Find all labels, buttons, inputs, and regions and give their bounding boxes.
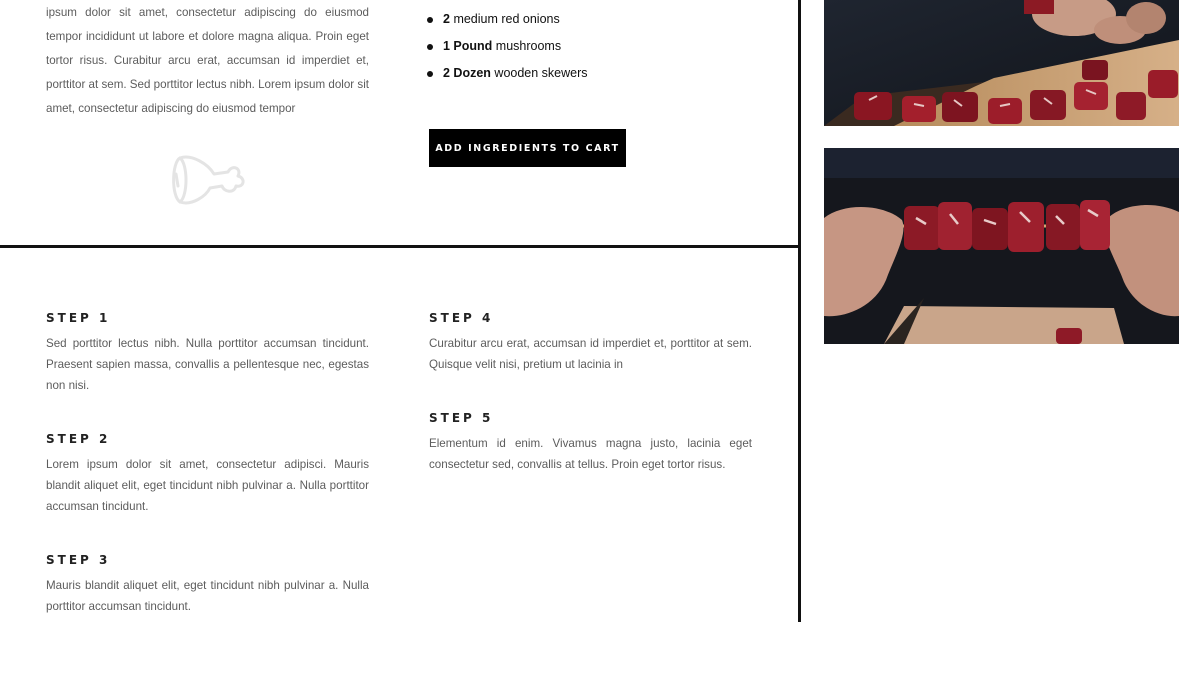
vertical-divider xyxy=(798,0,801,622)
add-ingredients-to-cart-button[interactable]: ADD INGREDIENTS TO CART xyxy=(429,129,626,167)
bullet-icon xyxy=(427,17,433,23)
step-text: Sed porttitor lectus nibh. Nulla porttit… xyxy=(46,337,369,392)
ingredient-name: medium red onions xyxy=(453,12,560,26)
step-title: STEP 5 xyxy=(429,411,494,425)
ingredient-name: wooden skewers xyxy=(494,66,588,80)
ingredient-qty: 1 Pound xyxy=(443,39,493,53)
step-1: STEP 1 Sed porttitor lectus nibh. Nulla … xyxy=(46,311,369,396)
meat-prep-photo xyxy=(824,0,1179,126)
step-5: STEP 5 Elementum id enim. Vivamus magna … xyxy=(429,411,752,475)
step-title: STEP 3 xyxy=(46,553,111,567)
step-3: STEP 3 Mauris blandit aliquet elit, eget… xyxy=(46,553,369,617)
step-title: STEP 4 xyxy=(429,311,494,325)
bullet-icon xyxy=(427,44,433,50)
step-text: Elementum id enim. Vivamus magna justo, … xyxy=(429,437,752,471)
meat-skewer-photo xyxy=(824,148,1179,344)
meat-leg-icon xyxy=(166,152,250,208)
step-4: STEP 4 Curabitur arcu erat, accumsan id … xyxy=(429,311,752,375)
step-text: Lorem ipsum dolor sit amet, consectetur … xyxy=(46,458,369,513)
step-title: STEP 2 xyxy=(46,432,111,446)
step-text: Curabitur arcu erat, accumsan id imperdi… xyxy=(429,337,752,371)
ingredient-name: mushrooms xyxy=(495,39,562,53)
ingredient-qty: 2 xyxy=(443,12,450,26)
ingredient-item: 1 Pound mushrooms xyxy=(427,33,588,60)
step-title: STEP 1 xyxy=(46,311,111,325)
ingredient-item: 2 Dozen wooden skewers xyxy=(427,60,588,87)
step-text: Mauris blandit aliquet elit, eget tincid… xyxy=(46,579,369,613)
step-2: STEP 2 Lorem ipsum dolor sit amet, conse… xyxy=(46,432,369,517)
bullet-icon xyxy=(427,71,433,77)
ingredient-qty: 2 Dozen xyxy=(443,66,491,80)
horizontal-divider xyxy=(0,245,800,248)
ingredient-list: 2 medium red onions 1 Pound mushrooms 2 … xyxy=(427,6,588,87)
ingredient-item: 2 medium red onions xyxy=(427,6,588,33)
intro-paragraph: ipsum dolor sit amet, consectetur adipis… xyxy=(46,6,369,115)
